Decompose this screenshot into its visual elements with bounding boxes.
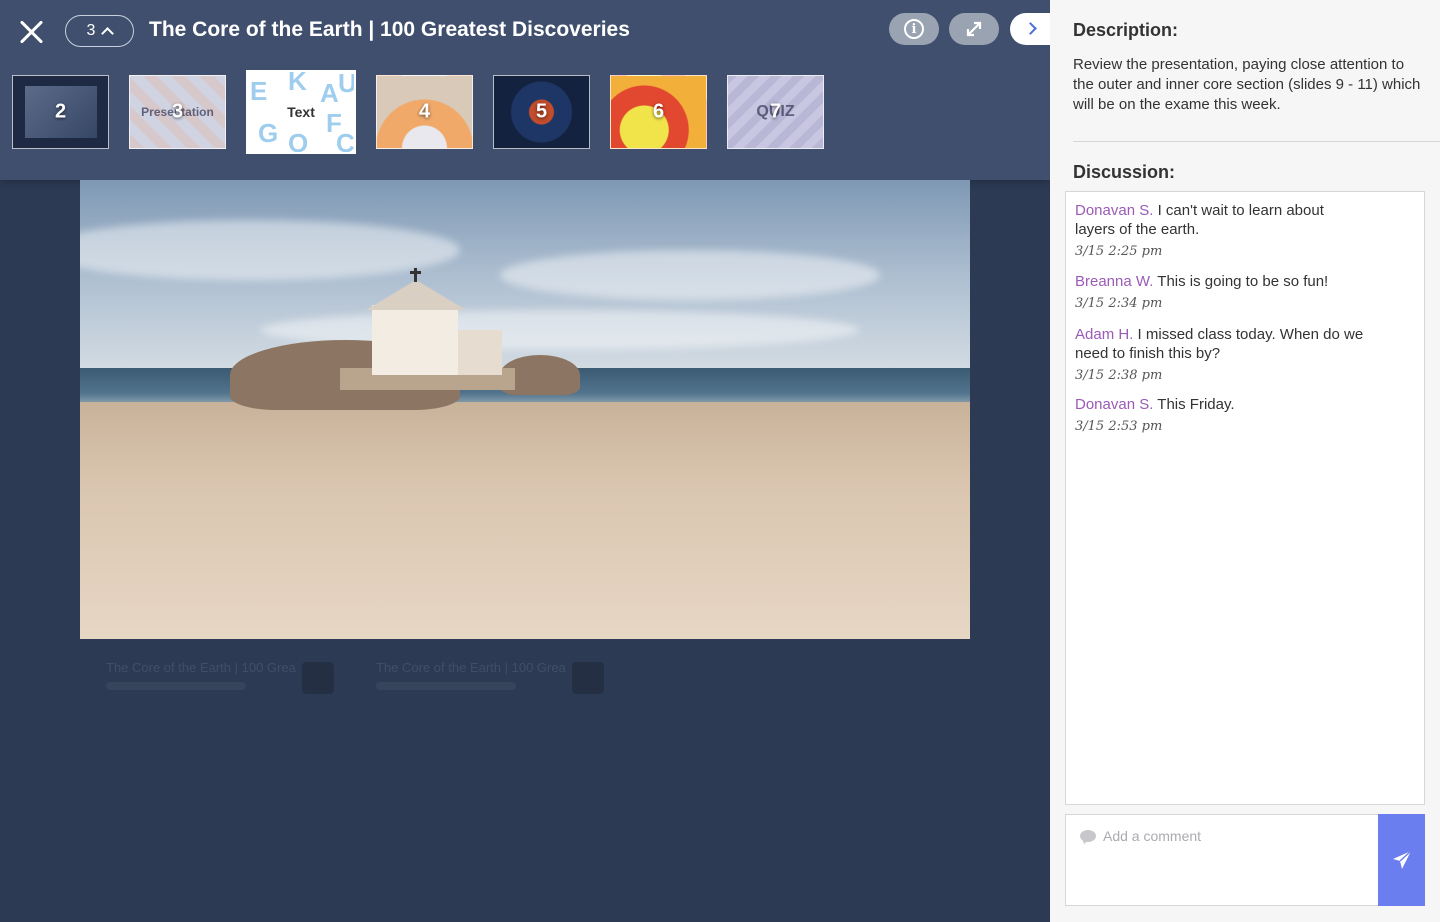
chevron-up-icon — [101, 27, 115, 40]
comment-author: Donavan S. — [1075, 202, 1154, 219]
speech-bubble-icon — [1080, 830, 1096, 842]
thumbnail-number: 2 — [54, 100, 67, 123]
slide-thumbnail-2[interactable]: 2 — [12, 75, 109, 149]
info-icon: i — [904, 19, 924, 39]
viewer-toolbar: 3 The Core of the Earth | 100 Greatest D… — [0, 0, 1050, 180]
slide-thumbnail-7[interactable]: QUIZ 7 — [727, 75, 824, 149]
thumbnail-number: 3 — [171, 100, 184, 123]
comment-author: Adam H. — [1075, 326, 1134, 343]
thumbnail-number: 7 — [769, 100, 782, 123]
thumbnail-number: 5 — [535, 100, 548, 123]
presentation-title: The Core of the Earth | 100 Greatest Dis… — [149, 18, 630, 41]
comment-text: This is going to be so fun! — [1157, 273, 1329, 290]
comment-author: Donavan S. — [1075, 396, 1154, 413]
background-card-title: The Core of the Earth | 100 Greatest Dis… — [376, 660, 566, 675]
description-text: Review the presentation, paying close at… — [1073, 56, 1421, 113]
slide-image — [80, 180, 970, 639]
background-card-title: The Core of the Earth | 100 Greatest Dis… — [106, 660, 296, 675]
background-card: The Core of the Earth | 100 Greatest Dis… — [80, 650, 335, 710]
thumbnail-number: 4 — [418, 100, 431, 123]
presentation-viewer: The Core of the Earth | 100 Greatest Dis… — [0, 0, 1050, 922]
info-panel: Description: Review the presentation, pa… — [1050, 0, 1440, 922]
comment-item: Donavan S. I can't wait to learn about l… — [1075, 201, 1365, 261]
description-heading: Description: — [1073, 20, 1179, 40]
slide-thumbnail-4[interactable]: 4 — [376, 75, 473, 149]
next-slide-button[interactable] — [1010, 13, 1050, 45]
slide-picker[interactable]: 3 — [65, 15, 134, 47]
comment-time: 3/15 2:25 pm — [1075, 244, 1163, 259]
comment-item: Adam H. I missed class today. When do we… — [1075, 325, 1365, 385]
expand-button[interactable] — [949, 13, 999, 45]
comment-input[interactable]: Add a comment — [1065, 814, 1379, 906]
comment-time: 3/15 2:34 pm — [1075, 296, 1163, 311]
info-button[interactable]: i — [889, 13, 939, 45]
comment-placeholder: Add a comment — [1103, 828, 1202, 844]
comment-time: 3/15 2:53 pm — [1075, 419, 1163, 434]
slide-thumbnail-3[interactable]: Presentation 3 — [129, 75, 226, 149]
discussion-list[interactable]: Donavan S. I can't wait to learn about l… — [1065, 191, 1425, 805]
slide-thumbnail-5[interactable]: 5 — [493, 75, 590, 149]
comment-text: This Friday. — [1157, 396, 1235, 413]
chevron-right-icon — [1024, 22, 1037, 35]
comment-time: 3/15 2:38 pm — [1075, 368, 1163, 383]
expand-icon — [966, 21, 982, 37]
slide-thumbnail-text[interactable]: K A U G F O C E Text — [246, 70, 356, 154]
divider — [1073, 141, 1440, 142]
send-icon — [1392, 850, 1412, 869]
thumbnail-subtitle: Text — [287, 104, 315, 120]
discussion-heading: Discussion: — [1073, 162, 1176, 182]
slide-thumbnail-6[interactable]: 6 — [610, 75, 707, 149]
close-icon[interactable] — [18, 18, 46, 46]
background-card: The Core of the Earth | 100 Greatest Dis… — [350, 650, 605, 710]
comment-item: Breanna W. This is going to be so fun! 3… — [1075, 272, 1365, 313]
send-comment-button[interactable] — [1378, 814, 1425, 906]
comment-item: Donavan S. This Friday. 3/15 2:53 pm — [1075, 395, 1365, 436]
thumbnail-number: 6 — [652, 100, 665, 123]
comment-author: Breanna W. — [1075, 273, 1154, 290]
slide-picker-value: 3 — [86, 22, 96, 39]
